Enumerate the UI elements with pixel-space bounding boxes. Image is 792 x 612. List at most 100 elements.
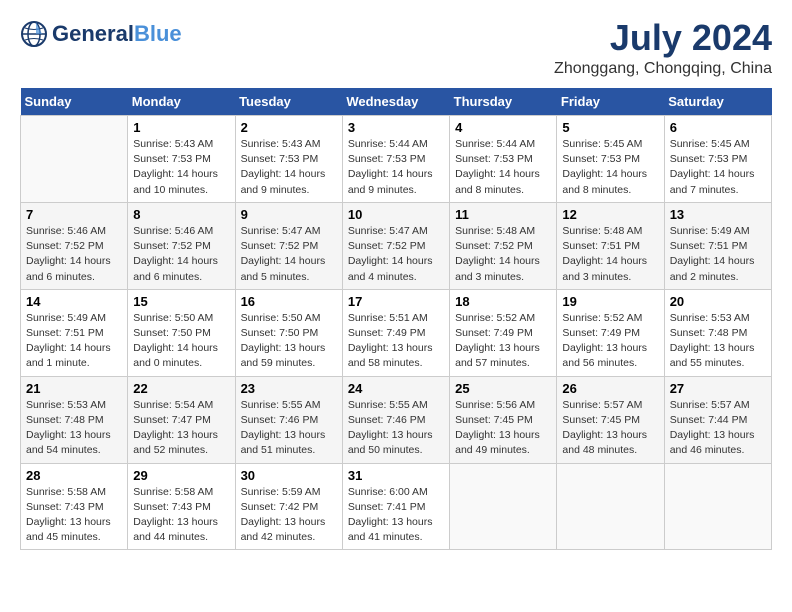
calendar-cell	[557, 463, 664, 550]
calendar-cell: 18 Sunrise: 5:52 AM Sunset: 7:49 PM Dayli…	[450, 289, 557, 376]
day-info: Sunrise: 5:57 AM Sunset: 7:45 PM Dayligh…	[562, 398, 658, 459]
day-number: 2	[241, 120, 337, 135]
calendar-week-row: 21 Sunrise: 5:53 AM Sunset: 7:48 PM Dayli…	[21, 376, 772, 463]
calendar-cell: 2 Sunrise: 5:43 AM Sunset: 7:53 PM Daylig…	[235, 116, 342, 203]
calendar-cell: 25Sunrise: 5:56 AM Sunset: 7:45 PM Dayli…	[450, 376, 557, 463]
day-info: Sunrise: 5:48 AM Sunset: 7:51 PM Dayligh…	[562, 224, 658, 285]
day-info: Sunrise: 5:54 AM Sunset: 7:47 PM Dayligh…	[133, 398, 229, 459]
calendar-cell: 6 Sunrise: 5:45 AM Sunset: 7:53 PM Daylig…	[664, 116, 771, 203]
calendar-cell: 5 Sunrise: 5:45 AM Sunset: 7:53 PM Daylig…	[557, 116, 664, 203]
day-number: 8	[133, 207, 229, 222]
day-number: 26	[562, 381, 658, 396]
day-info: Sunrise: 5:58 AM Sunset: 7:43 PM Dayligh…	[133, 485, 229, 546]
day-number: 9	[241, 207, 337, 222]
day-info: Sunrise: 5:45 AM Sunset: 7:53 PM Dayligh…	[562, 137, 658, 198]
calendar-cell: 21 Sunrise: 5:53 AM Sunset: 7:48 PM Dayli…	[21, 376, 128, 463]
calendar-cell: 24 Sunrise: 5:55 AM Sunset: 7:46 PM Dayli…	[342, 376, 449, 463]
calendar-cell: 15 Sunrise: 5:50 AM Sunset: 7:50 PM Dayli…	[128, 289, 235, 376]
calendar-cell: 22 Sunrise: 5:54 AM Sunset: 7:47 PM Dayli…	[128, 376, 235, 463]
day-info: Sunrise: 5:52 AM Sunset: 7:49 PM Dayligh…	[455, 311, 551, 372]
weekday-header-thursday: Thursday	[450, 88, 557, 116]
day-number: 19	[562, 294, 658, 309]
calendar-cell: 17 Sunrise: 5:51 AM Sunset: 7:49 PM Dayli…	[342, 289, 449, 376]
calendar-cell	[21, 116, 128, 203]
calendar-cell: 3 Sunrise: 5:44 AM Sunset: 7:53 PM Daylig…	[342, 116, 449, 203]
day-number: 1	[133, 120, 229, 135]
calendar-cell: 4 Sunrise: 5:44 AM Sunset: 7:53 PM Daylig…	[450, 116, 557, 203]
calendar-cell: 14 Sunrise: 5:49 AM Sunset: 7:51 PM Dayli…	[21, 289, 128, 376]
calendar-cell: 28Sunrise: 5:58 AM Sunset: 7:43 PM Dayli…	[21, 463, 128, 550]
day-info: Sunrise: 6:00 AM Sunset: 7:41 PM Dayligh…	[348, 485, 444, 546]
day-number: 7	[26, 207, 122, 222]
calendar-cell: 30Sunrise: 5:59 AM Sunset: 7:42 PM Dayli…	[235, 463, 342, 550]
day-number: 23	[241, 381, 337, 396]
calendar-cell: 7 Sunrise: 5:46 AM Sunset: 7:52 PM Daylig…	[21, 202, 128, 289]
day-info: Sunrise: 5:53 AM Sunset: 7:48 PM Dayligh…	[670, 311, 766, 372]
day-number: 13	[670, 207, 766, 222]
day-info: Sunrise: 5:57 AM Sunset: 7:44 PM Dayligh…	[670, 398, 766, 459]
day-number: 14	[26, 294, 122, 309]
day-info: Sunrise: 5:53 AM Sunset: 7:48 PM Dayligh…	[26, 398, 122, 459]
day-info: Sunrise: 5:52 AM Sunset: 7:49 PM Dayligh…	[562, 311, 658, 372]
calendar-cell: 31 Sunrise: 6:00 AM Sunset: 7:41 PM Dayli…	[342, 463, 449, 550]
day-info: Sunrise: 5:43 AM Sunset: 7:53 PM Dayligh…	[241, 137, 337, 198]
calendar-cell: 9 Sunrise: 5:47 AM Sunset: 7:52 PM Daylig…	[235, 202, 342, 289]
logo: GeneralBlue	[20, 20, 182, 48]
day-info: Sunrise: 5:49 AM Sunset: 7:51 PM Dayligh…	[26, 311, 122, 372]
day-number: 17	[348, 294, 444, 309]
day-number: 27	[670, 381, 766, 396]
calendar-cell: 16 Sunrise: 5:50 AM Sunset: 7:50 PM Dayli…	[235, 289, 342, 376]
weekday-header-friday: Friday	[557, 88, 664, 116]
day-info: Sunrise: 5:49 AM Sunset: 7:51 PM Dayligh…	[670, 224, 766, 285]
day-number: 24	[348, 381, 444, 396]
calendar-cell: 12Sunrise: 5:48 AM Sunset: 7:51 PM Dayli…	[557, 202, 664, 289]
day-info: Sunrise: 5:51 AM Sunset: 7:49 PM Dayligh…	[348, 311, 444, 372]
logo-text: GeneralBlue	[52, 23, 182, 45]
day-number: 28	[26, 468, 122, 483]
day-number: 21	[26, 381, 122, 396]
day-number: 3	[348, 120, 444, 135]
logo-icon	[20, 20, 48, 48]
location-title: Zhonggang, Chongqing, China	[554, 60, 772, 78]
weekday-header-row: SundayMondayTuesdayWednesdayThursdayFrid…	[21, 88, 772, 116]
calendar-cell: 20Sunrise: 5:53 AM Sunset: 7:48 PM Dayli…	[664, 289, 771, 376]
day-info: Sunrise: 5:47 AM Sunset: 7:52 PM Dayligh…	[348, 224, 444, 285]
calendar-week-row: 28 Sunrise: 5:58 AM Sunset: 7:43 PM Dayli…	[21, 463, 772, 550]
calendar-table: SundayMondayTuesdayWednesdayThursdayFrid…	[20, 88, 772, 550]
day-info: Sunrise: 5:50 AM Sunset: 7:50 PM Dayligh…	[241, 311, 337, 372]
title-area: July 2024 Zhonggang, Chongqing, China	[554, 20, 772, 78]
day-number: 6	[670, 120, 766, 135]
calendar-week-row: 1 Sunrise: 5:43 AM Sunset: 7:53 PM Daylig…	[21, 116, 772, 203]
calendar-cell	[450, 463, 557, 550]
day-info: Sunrise: 5:50 AM Sunset: 7:50 PM Dayligh…	[133, 311, 229, 372]
day-number: 11	[455, 207, 551, 222]
calendar-cell: 1Sunrise: 5:43 AM Sunset: 7:53 PM Daylig…	[128, 116, 235, 203]
day-number: 22	[133, 381, 229, 396]
day-info: Sunrise: 5:47 AM Sunset: 7:52 PM Dayligh…	[241, 224, 337, 285]
day-number: 29	[133, 468, 229, 483]
day-number: 18	[455, 294, 551, 309]
day-number: 16	[241, 294, 337, 309]
weekday-header-sunday: Sunday	[21, 88, 128, 116]
day-number: 5	[562, 120, 658, 135]
day-info: Sunrise: 5:55 AM Sunset: 7:46 PM Dayligh…	[241, 398, 337, 459]
day-info: Sunrise: 5:44 AM Sunset: 7:53 PM Dayligh…	[348, 137, 444, 198]
calendar-cell: 13 Sunrise: 5:49 AM Sunset: 7:51 PM Dayli…	[664, 202, 771, 289]
calendar-week-row: 14 Sunrise: 5:49 AM Sunset: 7:51 PM Dayli…	[21, 289, 772, 376]
day-number: 15	[133, 294, 229, 309]
day-info: Sunrise: 5:55 AM Sunset: 7:46 PM Dayligh…	[348, 398, 444, 459]
calendar-cell: 8 Sunrise: 5:46 AM Sunset: 7:52 PM Daylig…	[128, 202, 235, 289]
day-info: Sunrise: 5:46 AM Sunset: 7:52 PM Dayligh…	[133, 224, 229, 285]
day-number: 31	[348, 468, 444, 483]
weekday-header-saturday: Saturday	[664, 88, 771, 116]
day-info: Sunrise: 5:45 AM Sunset: 7:53 PM Dayligh…	[670, 137, 766, 198]
calendar-week-row: 7 Sunrise: 5:46 AM Sunset: 7:52 PM Daylig…	[21, 202, 772, 289]
calendar-cell: 23 Sunrise: 5:55 AM Sunset: 7:46 PM Dayli…	[235, 376, 342, 463]
day-info: Sunrise: 5:59 AM Sunset: 7:42 PM Dayligh…	[241, 485, 337, 546]
day-info: Sunrise: 5:44 AM Sunset: 7:53 PM Dayligh…	[455, 137, 551, 198]
day-info: Sunrise: 5:46 AM Sunset: 7:52 PM Dayligh…	[26, 224, 122, 285]
day-number: 4	[455, 120, 551, 135]
calendar-cell: 10 Sunrise: 5:47 AM Sunset: 7:52 PM Dayli…	[342, 202, 449, 289]
day-number: 10	[348, 207, 444, 222]
calendar-cell: 26 Sunrise: 5:57 AM Sunset: 7:45 PM Dayli…	[557, 376, 664, 463]
